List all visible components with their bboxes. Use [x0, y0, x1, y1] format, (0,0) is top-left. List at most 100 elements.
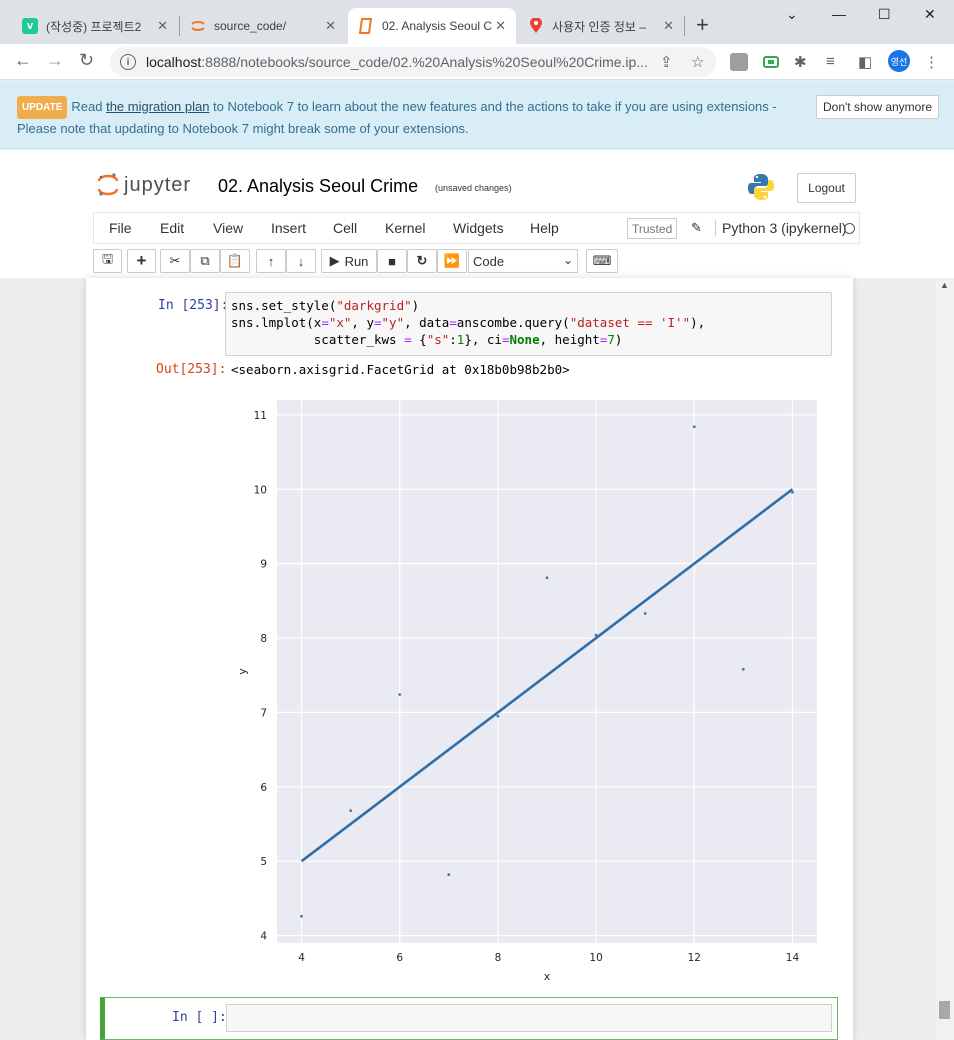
restart-run-all-button[interactable]: ⏩: [437, 249, 467, 273]
close-icon[interactable]: ✕: [325, 18, 336, 34]
data-point: [594, 633, 598, 637]
jupyter-header: jupyter 02. Analysis Seoul Crime (unsave…: [0, 150, 954, 278]
trusted-indicator[interactable]: Trusted: [627, 218, 678, 239]
tab-label: 사용자 인증 정보 –: [552, 19, 646, 34]
address-bar[interactable]: i localhost:8888/notebooks/source_code/0…: [110, 47, 716, 77]
x-tick-label: 10: [589, 952, 602, 964]
update-banner: UPDATE Read the migration plan to Noteboo…: [0, 81, 954, 149]
pencil-icon[interactable]: ✎: [691, 220, 702, 236]
move-down-button[interactable]: ↓: [286, 249, 316, 273]
reload-icon[interactable]: ↻: [79, 50, 94, 71]
stop-icon: ■: [388, 253, 396, 269]
logout-button[interactable]: Logout: [797, 173, 856, 203]
cell-type-select[interactable]: Code ⌄: [468, 249, 578, 273]
code-editor[interactable]: sns.set_style("darkgrid") sns.lmplot(x="…: [225, 292, 832, 356]
more-options-icon[interactable]: ⋮: [924, 53, 939, 71]
menu-cell[interactable]: Cell: [333, 220, 357, 236]
y-tick-label: 5: [260, 856, 267, 868]
chevron-down-icon: ⌄: [562, 253, 573, 267]
media-control-icon[interactable]: ≡: [826, 53, 835, 70]
close-window-button[interactable]: ✕: [924, 6, 936, 23]
data-point: [692, 425, 696, 429]
notebook-title[interactable]: 02. Analysis Seoul Crime: [218, 176, 418, 197]
maps-icon: [528, 18, 544, 34]
data-point: [791, 490, 794, 494]
plus-icon: +: [136, 251, 147, 270]
scroll-up-icon[interactable]: ▲: [940, 280, 949, 290]
autosave-status: (unsaved changes): [435, 183, 512, 193]
dont-show-anymore-button[interactable]: Don't show anymore: [816, 95, 940, 119]
data-point: [349, 809, 353, 812]
browser-tab[interactable]: v (작성중) 프로젝트2 ✕: [12, 8, 178, 44]
browser-tab-active[interactable]: 02. Analysis Seoul C ✕: [348, 8, 516, 44]
bookmark-star-icon[interactable]: ☆: [691, 53, 704, 71]
new-tab-button[interactable]: +: [696, 14, 709, 36]
x-tick-label: 12: [688, 952, 701, 964]
run-button[interactable]: ▶ Run: [321, 249, 377, 273]
menu-view[interactable]: View: [213, 220, 243, 236]
menu-kernel[interactable]: Kernel: [385, 220, 425, 236]
puzzle-icon[interactable]: ✱: [794, 53, 807, 71]
menu-help[interactable]: Help: [530, 220, 559, 236]
v-app-icon: v: [22, 18, 38, 34]
menu-insert[interactable]: Insert: [271, 220, 306, 236]
vertical-scrollbar[interactable]: ▲: [936, 278, 954, 1040]
insert-cell-button[interactable]: +: [127, 249, 156, 273]
info-icon[interactable]: i: [120, 54, 136, 70]
extension-icon[interactable]: [730, 53, 748, 71]
browser-tab[interactable]: 사용자 인증 정보 – ✕: [518, 8, 684, 44]
scissors-icon: ✂: [169, 253, 181, 268]
url-path: :8888/notebooks/source_code/02.%20Analys…: [201, 54, 648, 70]
maximize-button[interactable]: ☐: [878, 6, 891, 23]
notebook-icon: [358, 18, 374, 34]
forward-icon[interactable]: →: [46, 50, 64, 71]
paste-button[interactable]: 📋: [220, 249, 250, 273]
python-logo-icon: [746, 172, 776, 202]
migration-plan-link[interactable]: the migration plan: [106, 99, 209, 114]
restart-button[interactable]: ↻: [407, 249, 437, 273]
y-tick-label: 8: [260, 633, 267, 645]
chevron-down-icon[interactable]: ⌄: [786, 6, 798, 23]
menu-edit[interactable]: Edit: [160, 220, 184, 236]
output-prompt: Out[253]:: [156, 362, 227, 377]
kernel-name[interactable]: Python 3 (ipykernel): [715, 220, 847, 236]
cut-button[interactable]: ✂: [160, 249, 190, 273]
back-icon[interactable]: ←: [14, 50, 32, 71]
menu-file[interactable]: File: [109, 220, 132, 236]
x-tick-label: 6: [396, 952, 403, 964]
data-point: [447, 873, 451, 876]
side-panel-icon[interactable]: ◧: [858, 53, 872, 71]
share-icon[interactable]: ⇪: [660, 53, 673, 71]
interrupt-button[interactable]: ■: [377, 249, 407, 273]
y-tick-label: 11: [254, 410, 267, 422]
close-icon[interactable]: ✕: [663, 18, 674, 34]
code-editor[interactable]: [226, 1004, 832, 1032]
x-tick-label: 14: [786, 952, 800, 964]
output-text: <seaborn.axisgrid.FacetGrid at 0x18b0b98…: [231, 362, 570, 377]
jupyter-logo-icon: [97, 172, 119, 198]
y-tick-label: 10: [254, 484, 267, 496]
tab-divider: [684, 16, 685, 36]
arrow-down-icon: ↓: [297, 253, 305, 269]
command-palette-button[interactable]: ⌨: [586, 249, 618, 273]
data-point: [496, 714, 500, 718]
y-tick-label: 7: [260, 707, 267, 719]
x-tick-label: 8: [495, 952, 502, 964]
data-point: [300, 914, 303, 918]
empty-code-cell[interactable]: In [ ]:: [100, 997, 838, 1040]
jupyter-logo[interactable]: jupyter: [97, 172, 191, 198]
avatar[interactable]: 영선: [888, 50, 910, 72]
minimize-button[interactable]: —: [832, 6, 846, 22]
copy-button[interactable]: ⧉: [190, 249, 220, 273]
url-host: localhost: [146, 54, 202, 70]
update-badge: UPDATE: [17, 96, 68, 119]
browser-tab[interactable]: source_code/ ✕: [180, 8, 346, 44]
close-icon[interactable]: ✕: [495, 18, 506, 34]
screen-capture-icon[interactable]: [762, 53, 780, 71]
y-tick-label: 6: [260, 782, 267, 794]
close-icon[interactable]: ✕: [157, 18, 168, 34]
menu-widgets[interactable]: Widgets: [453, 220, 504, 236]
move-up-button[interactable]: ↑: [256, 249, 286, 273]
scrollbar-thumb[interactable]: [939, 1001, 950, 1019]
save-button[interactable]: 🖫: [93, 249, 122, 273]
